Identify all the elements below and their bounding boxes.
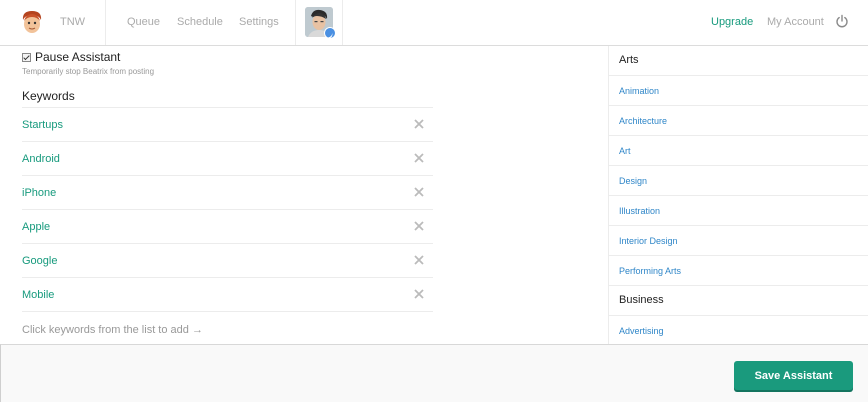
brand-name: TNW [60, 16, 86, 28]
remove-icon[interactable] [414, 255, 424, 265]
brand[interactable]: TNW [0, 0, 106, 45]
category-label[interactable]: Performing Arts [619, 266, 681, 276]
category-group-heading: Business [609, 286, 868, 316]
keyword-row: Apple [22, 209, 433, 243]
category-label[interactable]: Illustration [619, 206, 660, 216]
category-label[interactable]: Architecture [619, 116, 667, 126]
keyword-row: Startups [22, 107, 433, 141]
category-group-heading: Arts [609, 46, 868, 76]
account-switcher[interactable] [295, 0, 343, 45]
category-label[interactable]: Design [619, 176, 647, 186]
nav-queue[interactable]: Queue [127, 16, 160, 28]
category-item[interactable]: Design [609, 166, 868, 196]
keyword-row: Mobile [22, 277, 433, 311]
category-label[interactable]: Interior Design [619, 236, 678, 246]
category-label[interactable]: Animation [619, 86, 659, 96]
nav-schedule[interactable]: Schedule [177, 16, 223, 28]
keywords-hint: Click keywords from the list to add → [22, 324, 203, 336]
category-label[interactable]: Advertising [619, 326, 664, 336]
keywords-list: Startups Android iPhone Apple Google Mob… [22, 107, 433, 345]
pause-assistant-row[interactable]: Pause Assistant [22, 50, 120, 64]
category-item[interactable]: Art [609, 136, 868, 166]
twitter-bird-icon [324, 27, 336, 39]
category-group-title: Business [619, 294, 664, 306]
category-item[interactable]: Architecture [609, 106, 868, 136]
category-item[interactable]: Interior Design [609, 226, 868, 256]
category-group-title: Arts [619, 54, 639, 66]
category-item[interactable]: Advertising [609, 316, 868, 344]
keyword-label[interactable]: Mobile [22, 289, 54, 301]
pause-label: Pause Assistant [35, 50, 121, 64]
keyword-label[interactable]: Apple [22, 221, 50, 233]
keyword-label[interactable]: iPhone [22, 187, 56, 199]
keyword-row: Android [22, 141, 433, 175]
upgrade-link[interactable]: Upgrade [711, 16, 753, 28]
keyword-label[interactable]: Android [22, 153, 60, 165]
keyword-label[interactable]: Startups [22, 119, 63, 131]
pause-subtitle: Temporarily stop Beatrix from posting [22, 67, 155, 76]
my-account-link[interactable]: My Account [767, 16, 824, 28]
category-sidebar[interactable]: Arts Animation Architecture Art Design I… [608, 46, 868, 344]
remove-icon[interactable] [414, 221, 424, 231]
keyword-row: iPhone [22, 175, 433, 209]
remove-icon[interactable] [414, 289, 424, 299]
power-icon[interactable] [835, 14, 849, 28]
category-item[interactable]: Performing Arts [609, 256, 868, 286]
save-assistant-button[interactable]: Save Assistant [734, 361, 853, 390]
keywords-hint-row: Click keywords from the list to add → [22, 311, 433, 345]
category-label[interactable]: Art [619, 146, 631, 156]
category-item[interactable]: Animation [609, 76, 868, 106]
top-nav-bar: TNW Queue Schedule Settings Upgrade My A… [0, 0, 868, 46]
category-item[interactable]: Illustration [609, 196, 868, 226]
keywords-title: Keywords [22, 89, 75, 103]
remove-icon[interactable] [414, 187, 424, 197]
keyword-label[interactable]: Google [22, 255, 57, 267]
keyword-row: Google [22, 243, 433, 277]
remove-icon[interactable] [414, 119, 424, 129]
pause-checkbox[interactable] [22, 52, 31, 62]
remove-icon[interactable] [414, 153, 424, 163]
cartoon-face-icon [22, 11, 42, 33]
nav-settings[interactable]: Settings [239, 16, 279, 28]
